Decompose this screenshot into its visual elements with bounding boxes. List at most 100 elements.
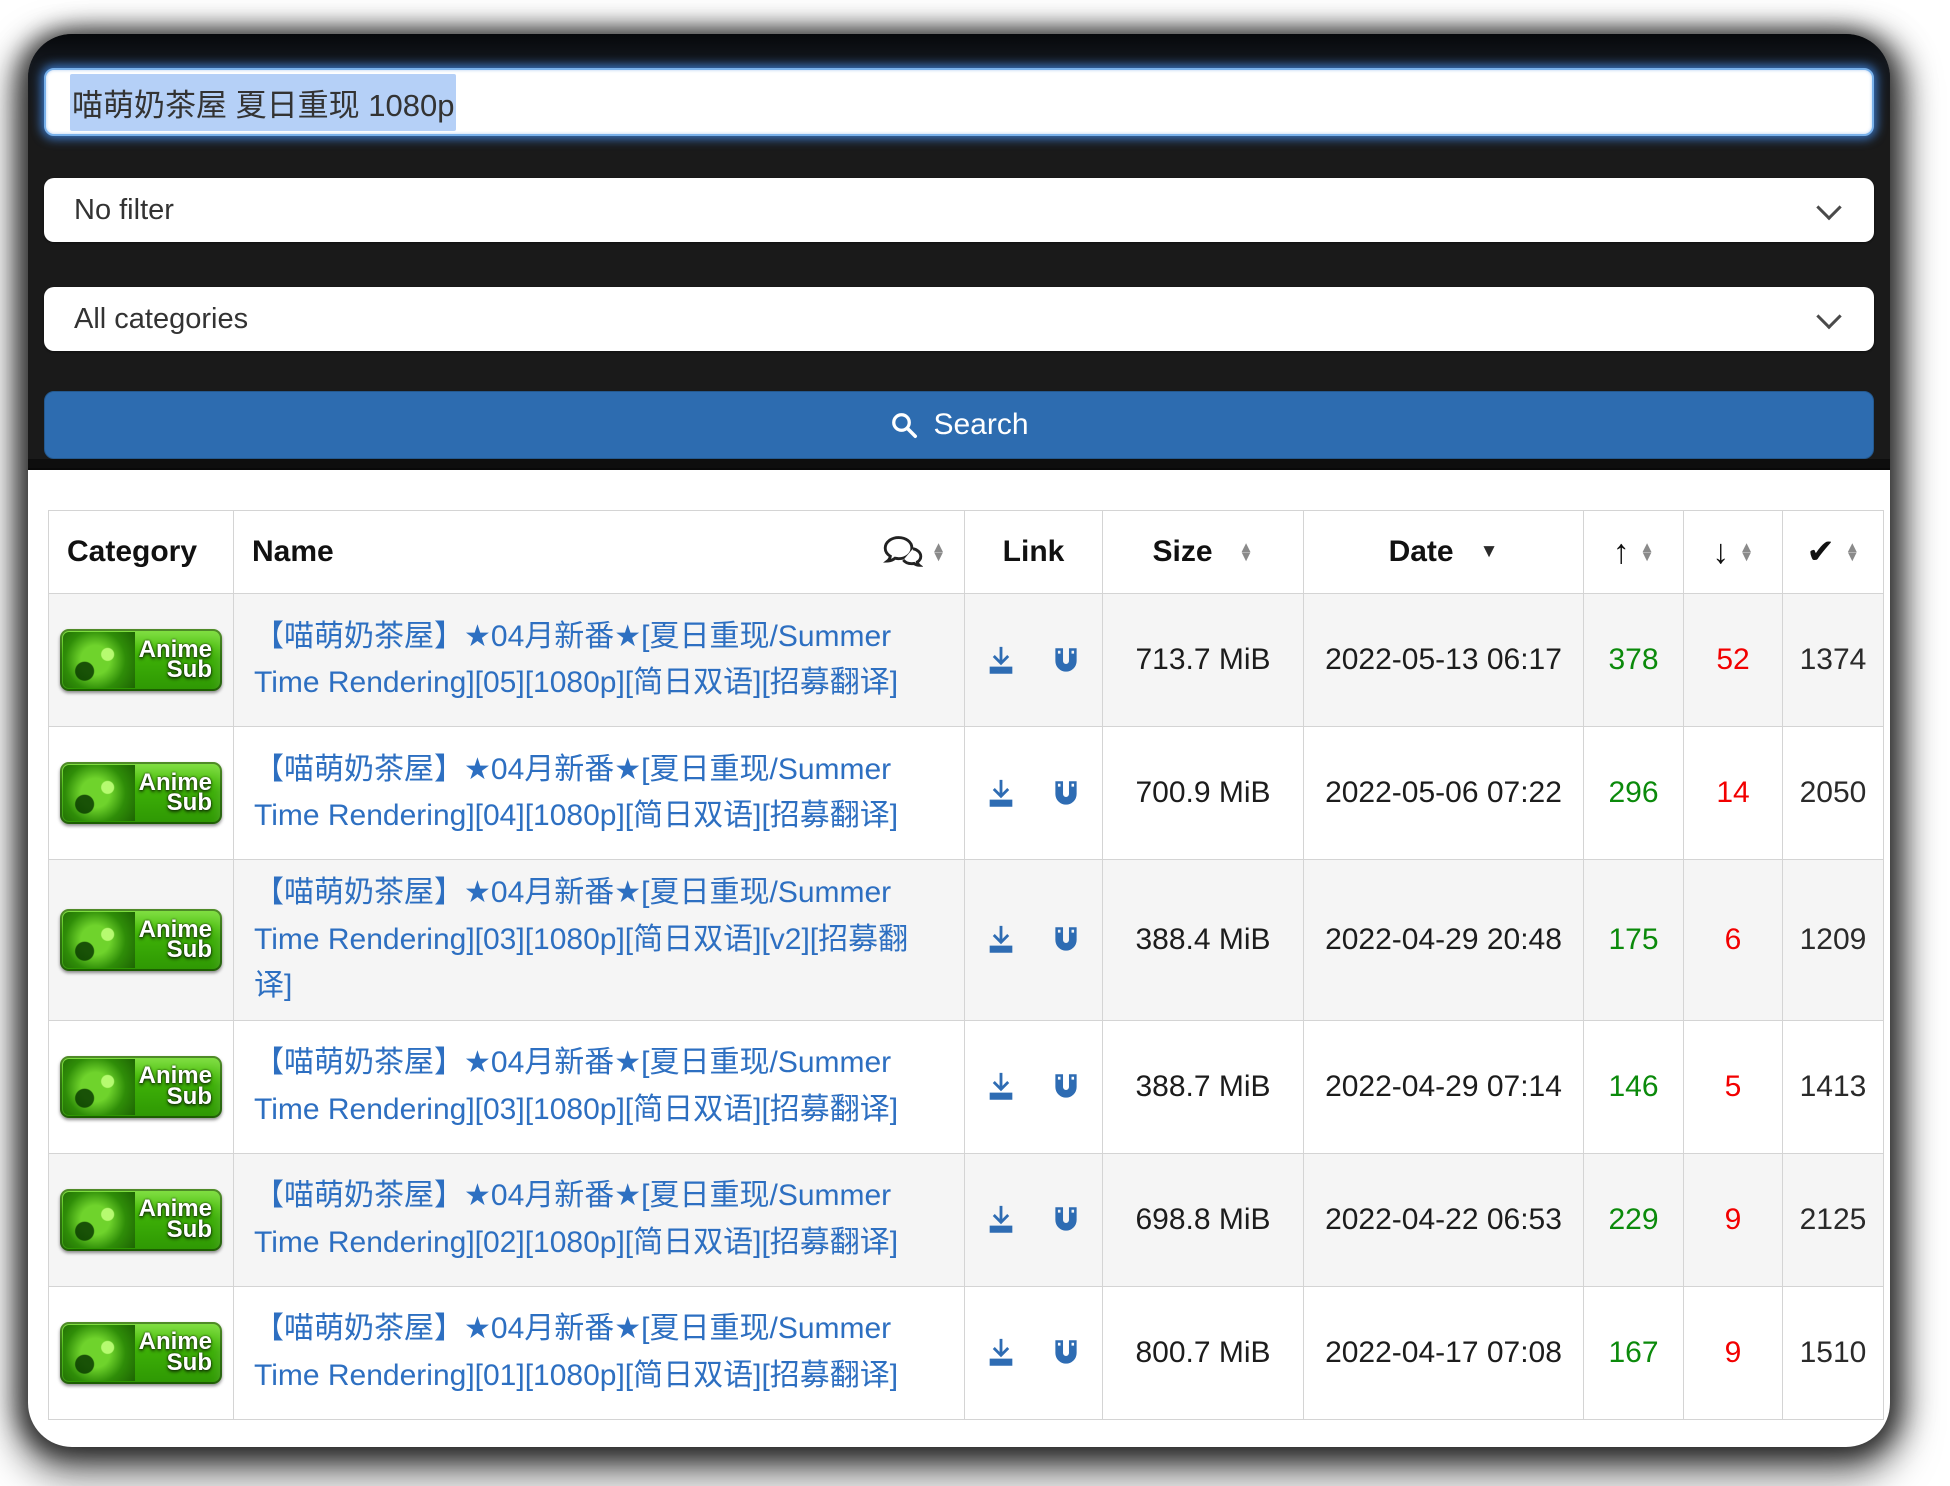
- header-completed[interactable]: ✔ ▲ ▼: [1782, 510, 1884, 594]
- header-category[interactable]: Category: [48, 510, 234, 594]
- filter-select[interactable]: No filter: [44, 178, 1874, 242]
- name-cell: 【喵萌奶茶屋】★04月新番★[夏日重现/Summer Time Renderin…: [233, 1152, 965, 1287]
- completed-cell: 2050: [1782, 726, 1884, 860]
- date-cell: 2022-04-29 20:48: [1303, 859, 1584, 1021]
- table-row: Anime Sub 【喵萌奶茶屋】★04月新番★[夏日重现/Summer Time…: [48, 593, 1884, 727]
- filter-select-value: No filter: [74, 193, 174, 226]
- leechers-cell: 6: [1683, 859, 1783, 1021]
- name-cell: 【喵萌奶茶屋】★04月新番★[夏日重现/Summer Time Renderin…: [233, 1019, 965, 1154]
- search-query-selected-text: 喵萌奶茶屋 夏日重现 1080p: [70, 73, 457, 131]
- table-row: Anime Sub 【喵萌奶茶屋】★04月新番★[夏日重现/Summer Time…: [48, 859, 1884, 1021]
- torrent-name-link[interactable]: 【喵萌奶茶屋】★04月新番★[夏日重现/Summer Time Renderin…: [254, 753, 898, 833]
- header-name[interactable]: Name ▲ ▼: [233, 510, 965, 594]
- date-cell: 2022-05-06 07:22: [1303, 726, 1584, 860]
- leechers-cell: 9: [1683, 1152, 1783, 1287]
- download-icon[interactable]: [984, 923, 1018, 957]
- category-select[interactable]: All categories: [44, 287, 1874, 351]
- header-date[interactable]: Date ▼: [1303, 510, 1584, 594]
- category-badge-anime-sub[interactable]: Anime Sub: [60, 629, 222, 691]
- torrent-name-link[interactable]: 【喵萌奶茶屋】★04月新番★[夏日重现/Summer Time Renderin…: [254, 876, 908, 1002]
- anime-face-image: [63, 1191, 135, 1248]
- sorted-descending-icon: ▼: [1479, 541, 1499, 562]
- size-cell: 698.8 MiB: [1102, 1152, 1304, 1287]
- sort-icon: ▲ ▼: [1844, 538, 1860, 565]
- size-cell: 800.7 MiB: [1102, 1285, 1304, 1420]
- seeders-cell: 229: [1583, 1152, 1684, 1287]
- category-badge-anime-sub[interactable]: Anime Sub: [60, 762, 222, 824]
- completed-cell: 2125: [1782, 1152, 1884, 1287]
- leechers-cell: 52: [1683, 593, 1783, 727]
- size-cell: 388.4 MiB: [1102, 859, 1304, 1021]
- chevron-down-icon: [1816, 194, 1842, 221]
- anime-face-image: [63, 911, 135, 968]
- name-cell: 【喵萌奶茶屋】★04月新番★[夏日重现/Summer Time Renderin…: [233, 593, 965, 727]
- header-seeders[interactable]: ↑ ▲ ▼: [1583, 510, 1684, 594]
- size-cell: 388.7 MiB: [1102, 1019, 1304, 1154]
- category-cell: Anime Sub: [48, 1285, 234, 1420]
- search-button[interactable]: Search: [44, 391, 1874, 459]
- link-cell: [964, 1285, 1103, 1420]
- sort-icon: ▲ ▼: [1639, 538, 1655, 565]
- results-table: Category Name ▲ ▼ Link Size ▲ ▼ Date ▼ ↑…: [48, 510, 1884, 1420]
- browser-page: 喵萌奶茶屋 夏日重现 1080p No filter All categorie…: [28, 34, 1890, 1447]
- chevron-down-icon: [1816, 303, 1842, 330]
- completed-cell: 1374: [1782, 593, 1884, 727]
- torrent-name-link[interactable]: 【喵萌奶茶屋】★04月新番★[夏日重现/Summer Time Renderin…: [254, 1179, 898, 1259]
- download-icon[interactable]: [984, 1203, 1018, 1237]
- anime-face-image: [63, 1058, 135, 1115]
- header-leechers[interactable]: ↓ ▲ ▼: [1683, 510, 1783, 594]
- magnet-icon[interactable]: [1049, 1203, 1083, 1237]
- torrent-name-link[interactable]: 【喵萌奶茶屋】★04月新番★[夏日重现/Summer Time Renderin…: [254, 620, 898, 700]
- results-area: Category Name ▲ ▼ Link Size ▲ ▼ Date ▼ ↑…: [28, 470, 1890, 1447]
- category-badge-anime-sub[interactable]: Anime Sub: [60, 908, 222, 971]
- sort-icon: ▲ ▼: [1238, 538, 1254, 565]
- link-cell: [964, 1152, 1103, 1287]
- link-cell: [964, 726, 1103, 860]
- category-cell: Anime Sub: [48, 726, 234, 860]
- magnet-icon[interactable]: [1049, 644, 1083, 678]
- category-badge-anime-sub[interactable]: Anime Sub: [60, 1321, 222, 1384]
- check-icon: ✔: [1806, 533, 1835, 571]
- date-cell: 2022-05-13 06:17: [1303, 593, 1584, 727]
- leechers-cell: 9: [1683, 1285, 1783, 1420]
- category-badge-anime-sub[interactable]: Anime Sub: [60, 1188, 222, 1251]
- anime-face-image: [63, 765, 135, 821]
- search-panel: 喵萌奶茶屋 夏日重现 1080p No filter All categorie…: [28, 34, 1890, 459]
- category-badge-anime-sub[interactable]: Anime Sub: [60, 1055, 222, 1118]
- size-cell: 713.7 MiB: [1102, 593, 1304, 727]
- name-cell: 【喵萌奶茶屋】★04月新番★[夏日重现/Summer Time Renderin…: [233, 859, 965, 1021]
- download-icon[interactable]: [984, 1070, 1018, 1104]
- header-link: Link: [964, 510, 1103, 594]
- seeders-cell: 296: [1583, 726, 1684, 860]
- completed-cell: 1209: [1782, 859, 1884, 1021]
- leechers-cell: 5: [1683, 1019, 1783, 1154]
- category-select-value: All categories: [74, 302, 249, 335]
- link-cell: [964, 593, 1103, 727]
- seeders-cell: 167: [1583, 1285, 1684, 1420]
- completed-cell: 1413: [1782, 1019, 1884, 1154]
- up-arrow-icon: ↑: [1612, 532, 1630, 571]
- magnet-icon[interactable]: [1049, 1336, 1083, 1370]
- down-arrow-icon: ↓: [1712, 532, 1730, 571]
- download-icon[interactable]: [984, 644, 1018, 678]
- search-icon: [889, 410, 919, 440]
- torrent-name-link[interactable]: 【喵萌奶茶屋】★04月新番★[夏日重现/Summer Time Renderin…: [254, 1312, 898, 1392]
- download-icon[interactable]: [984, 1336, 1018, 1370]
- download-icon[interactable]: [984, 777, 1018, 811]
- torrent-name-link[interactable]: 【喵萌奶茶屋】★04月新番★[夏日重现/Summer Time Renderin…: [254, 1046, 898, 1126]
- date-cell: 2022-04-22 06:53: [1303, 1152, 1584, 1287]
- category-cell: Anime Sub: [48, 1152, 234, 1287]
- table-row: Anime Sub 【喵萌奶茶屋】★04月新番★[夏日重现/Summer Time…: [48, 1019, 1884, 1154]
- magnet-icon[interactable]: [1049, 1070, 1083, 1104]
- magnet-icon[interactable]: [1049, 777, 1083, 811]
- table-row: Anime Sub 【喵萌奶茶屋】★04月新番★[夏日重现/Summer Time…: [48, 726, 1884, 860]
- seeders-cell: 175: [1583, 859, 1684, 1021]
- leechers-cell: 14: [1683, 726, 1783, 860]
- table-header-row: Category Name ▲ ▼ Link Size ▲ ▼ Date ▼ ↑…: [48, 510, 1884, 594]
- results-summary: Displaying results 1-6 out of 6 results.: [44, 1420, 1874, 1448]
- header-size[interactable]: Size ▲ ▼: [1102, 510, 1304, 594]
- sort-icon: ▲ ▼: [1739, 538, 1754, 565]
- search-input[interactable]: 喵萌奶茶屋 夏日重现 1080p: [44, 68, 1874, 136]
- date-cell: 2022-04-17 07:08: [1303, 1285, 1584, 1420]
- magnet-icon[interactable]: [1049, 923, 1083, 957]
